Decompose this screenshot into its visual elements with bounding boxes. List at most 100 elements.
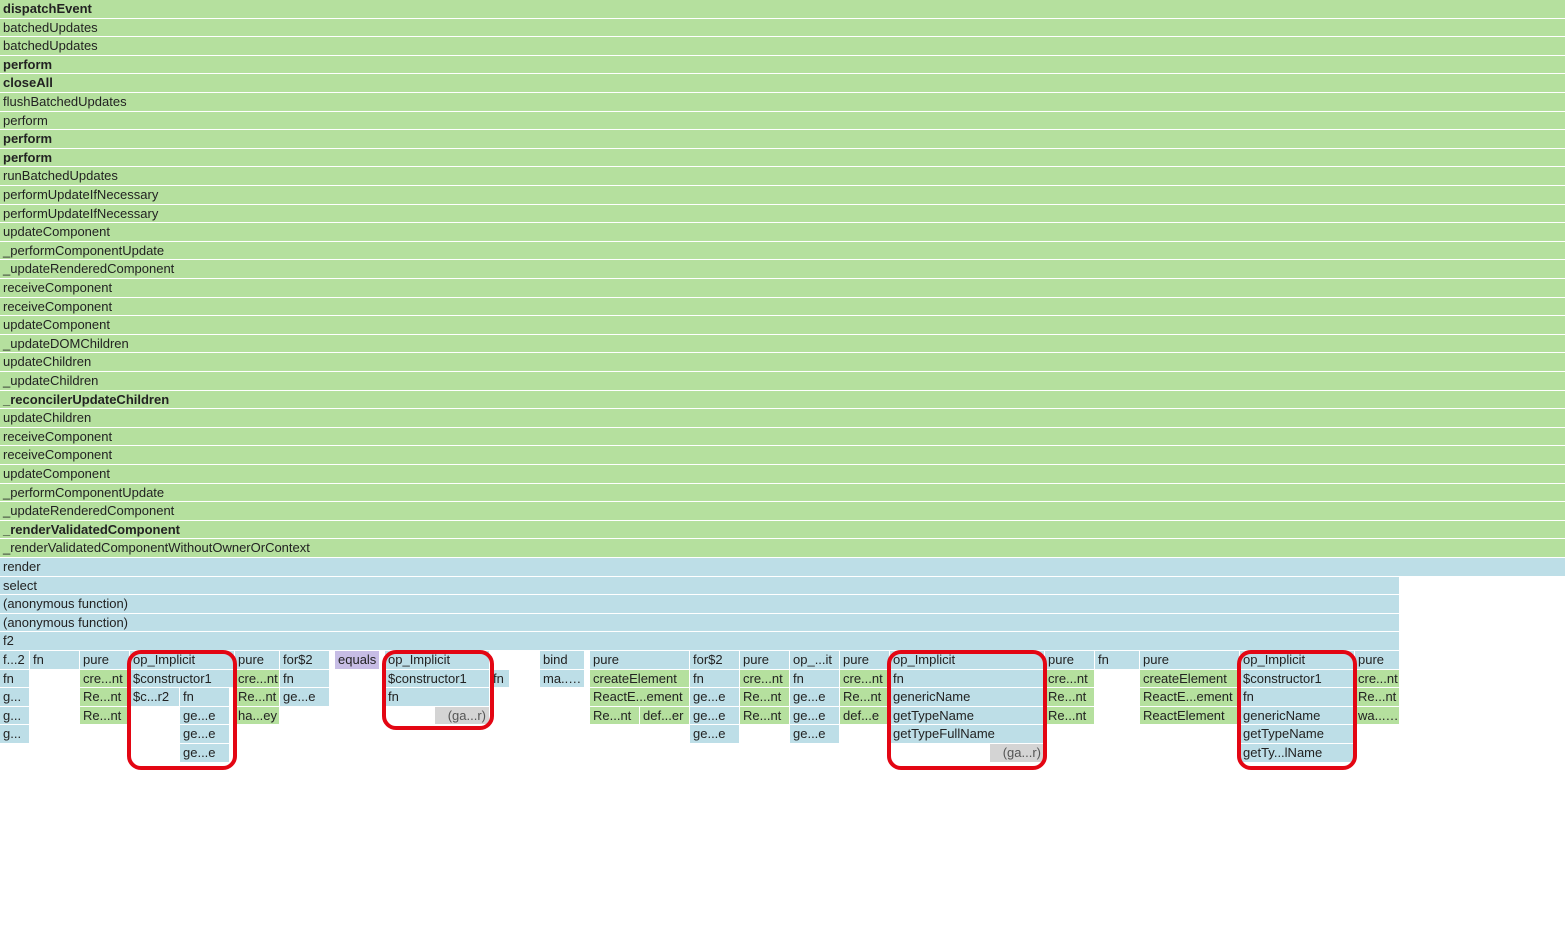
frame-def-e[interactable]: def...e (840, 707, 890, 726)
frame-reacte-ement[interactable]: ReactE...ement (590, 688, 690, 707)
frame-reactelement[interactable]: ReactElement (1140, 707, 1240, 726)
frame-cre-nt[interactable]: cre...nt (840, 670, 890, 689)
frame-runbatchedupdates[interactable]: runBatchedUpdates (0, 167, 1566, 186)
frame-pure[interactable]: pure (80, 651, 130, 670)
frame-ma-fn[interactable]: ma...Fn (540, 670, 585, 689)
frame--updaterenderedcomponent[interactable]: _updateRenderedComponent (0, 260, 1566, 279)
frame-f-2[interactable]: f...2 (0, 651, 30, 670)
frame-updatechildren[interactable]: updateChildren (0, 353, 1566, 372)
frame-bind[interactable]: bind (540, 651, 585, 670)
frame-re-nt[interactable]: Re...nt (235, 688, 280, 707)
frame-re-nt[interactable]: Re...nt (80, 688, 130, 707)
frame-pure[interactable]: pure (1045, 651, 1095, 670)
frame-performupdateifnecessary[interactable]: performUpdateIfNecessary (0, 205, 1566, 224)
frame--reconcilerupdatechildren[interactable]: _reconcilerUpdateChildren (0, 391, 1566, 410)
frame-wa-ng[interactable]: wa...ng (1355, 707, 1400, 726)
frame-fn[interactable]: fn (690, 670, 740, 689)
frame-render[interactable]: render (0, 558, 1566, 577)
frame-perform[interactable]: perform (0, 112, 1566, 131)
frame-genericname[interactable]: genericName (890, 688, 1045, 707)
frame-for-2[interactable]: for$2 (690, 651, 740, 670)
frame-ge-e[interactable]: ge...e (180, 744, 230, 763)
frame-pure[interactable]: pure (235, 651, 280, 670)
frame-re-nt[interactable]: Re...nt (590, 707, 640, 726)
frame--constructor1[interactable]: $constructor1 (385, 670, 490, 689)
frame-batchedupdates[interactable]: batchedUpdates (0, 19, 1566, 38)
frame-dispatchevent[interactable]: dispatchEvent (0, 0, 1566, 19)
frame-re-nt[interactable]: Re...nt (1355, 688, 1400, 707)
frame-ge-e[interactable]: ge...e (690, 707, 740, 726)
frame-pure[interactable]: pure (1355, 651, 1400, 670)
frame-pure[interactable]: pure (840, 651, 890, 670)
frame-getty-lname[interactable]: getTy...lName (1240, 744, 1355, 763)
frame-re-nt[interactable]: Re...nt (1045, 707, 1095, 726)
frame-receivecomponent[interactable]: receiveComponent (0, 298, 1566, 317)
frame-cre-nt[interactable]: cre...nt (235, 670, 280, 689)
frame--rendervalidatedcomponent[interactable]: _renderValidatedComponent (0, 521, 1566, 540)
frame-def-er[interactable]: def...er (640, 707, 690, 726)
frame--ga-r-[interactable]: (ga...r) (435, 707, 490, 726)
frame-cre-nt[interactable]: cre...nt (1045, 670, 1095, 689)
frame-ge-e[interactable]: ge...e (690, 725, 740, 744)
frame-fn[interactable]: fn (0, 670, 30, 689)
frame--constructor1[interactable]: $constructor1 (130, 670, 235, 689)
frame-createelement[interactable]: createElement (1140, 670, 1240, 689)
frame-re-nt[interactable]: Re...nt (740, 707, 790, 726)
frame-cre-nt[interactable]: cre...nt (80, 670, 130, 689)
frame-cre-nt[interactable]: cre...nt (740, 670, 790, 689)
frame--anonymous-function-[interactable]: (anonymous function) (0, 614, 1400, 633)
frame-g-[interactable]: g... (0, 725, 30, 744)
frame-ge-e[interactable]: ge...e (790, 688, 840, 707)
frame--updaterenderedcomponent[interactable]: _updateRenderedComponent (0, 502, 1566, 521)
frame-updatecomponent[interactable]: updateComponent (0, 465, 1566, 484)
frame-op-implicit[interactable]: op_Implicit (385, 651, 490, 670)
frame--rendervalidatedcomponentwithoutownerorcontext[interactable]: _renderValidatedComponentWithoutOwnerOrC… (0, 539, 1566, 558)
frame-fn[interactable]: fn (1095, 651, 1140, 670)
frame-closeall[interactable]: closeAll (0, 74, 1566, 93)
frame-reacte-ement[interactable]: ReactE...ement (1140, 688, 1240, 707)
frame-re-nt[interactable]: Re...nt (740, 688, 790, 707)
frame--updatedomchildren[interactable]: _updateDOMChildren (0, 335, 1566, 354)
frame-genericname[interactable]: genericName (1240, 707, 1355, 726)
frame-op-implicit[interactable]: op_Implicit (130, 651, 235, 670)
frame-fn[interactable]: fn (280, 670, 330, 689)
frame-ge-e[interactable]: ge...e (180, 725, 230, 744)
frame-pure[interactable]: pure (590, 651, 690, 670)
frame-equals[interactable]: equals (335, 651, 380, 670)
frame-receivecomponent[interactable]: receiveComponent (0, 446, 1566, 465)
frame-op-it[interactable]: op_...it (790, 651, 840, 670)
frame-ge-e[interactable]: ge...e (280, 688, 330, 707)
frame--c-r2[interactable]: $c...r2 (130, 688, 180, 707)
frame-updatecomponent[interactable]: updateComponent (0, 316, 1566, 335)
frame-pure[interactable]: pure (1140, 651, 1240, 670)
frame-performupdateifnecessary[interactable]: performUpdateIfNecessary (0, 186, 1566, 205)
frame-updatecomponent[interactable]: updateComponent (0, 223, 1566, 242)
frame-op-implicit[interactable]: op_Implicit (890, 651, 1045, 670)
frame-perform[interactable]: perform (0, 149, 1566, 168)
frame-gettypename[interactable]: getTypeName (1240, 725, 1355, 744)
frame--performcomponentupdate[interactable]: _performComponentUpdate (0, 242, 1566, 261)
frame-ge-e[interactable]: ge...e (690, 688, 740, 707)
frame-updatechildren[interactable]: updateChildren (0, 409, 1566, 428)
frame-batchedupdates[interactable]: batchedUpdates (0, 37, 1566, 56)
frame-fn[interactable]: fn (30, 651, 80, 670)
frame-re-nt[interactable]: Re...nt (80, 707, 130, 726)
frame-perform[interactable]: perform (0, 130, 1566, 149)
frame-perform[interactable]: perform (0, 56, 1566, 75)
frame-receivecomponent[interactable]: receiveComponent (0, 428, 1566, 447)
frame-fn[interactable]: fn (490, 670, 510, 689)
frame-createelement[interactable]: createElement (590, 670, 690, 689)
frame-op-implicit[interactable]: op_Implicit (1240, 651, 1355, 670)
frame-fn[interactable]: fn (790, 670, 840, 689)
frame-re-nt[interactable]: Re...nt (840, 688, 890, 707)
frame-receivecomponent[interactable]: receiveComponent (0, 279, 1566, 298)
frame-fn[interactable]: fn (1240, 688, 1355, 707)
frame-cre-nt[interactable]: cre...nt (1355, 670, 1400, 689)
frame-re-nt[interactable]: Re...nt (1045, 688, 1095, 707)
frame-ge-e[interactable]: ge...e (180, 707, 230, 726)
frame-f2[interactable]: f2 (0, 632, 1400, 651)
frame-pure[interactable]: pure (740, 651, 790, 670)
frame-for-2[interactable]: for$2 (280, 651, 330, 670)
frame-gettypefullname[interactable]: getTypeFullName (890, 725, 1045, 744)
frame-g-[interactable]: g... (0, 707, 30, 726)
